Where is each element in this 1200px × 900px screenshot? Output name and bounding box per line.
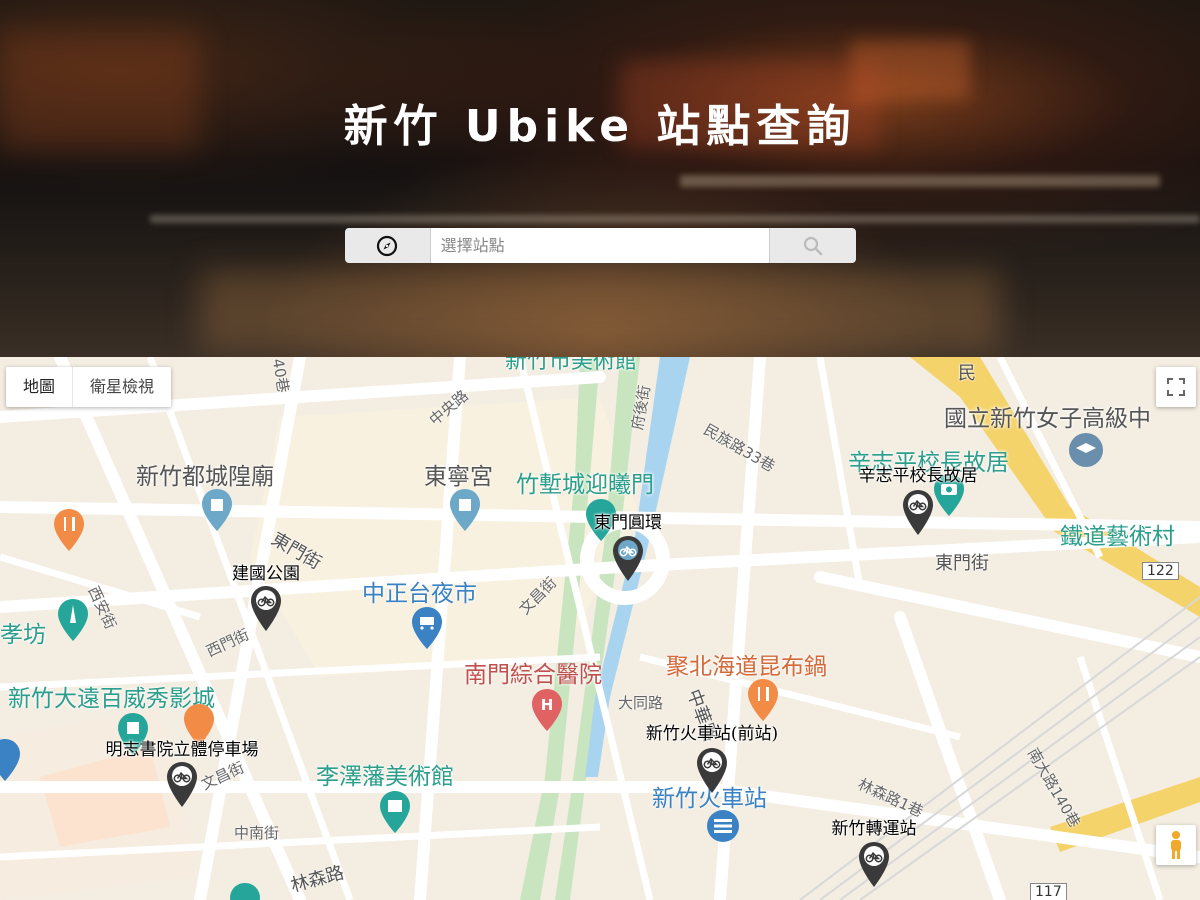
search-icon [804, 236, 823, 255]
street-label: 民 [958, 363, 976, 384]
restaurant-icon [54, 509, 84, 551]
landmark-icon [230, 883, 260, 900]
station-label: 東門圓環 [594, 513, 662, 533]
pegman-icon [1171, 831, 1181, 859]
search-button[interactable] [769, 228, 856, 263]
museum-icon [380, 791, 410, 833]
map-type-roadmap[interactable]: 地圖 [6, 367, 74, 407]
place-label: 聚北海道昆布鍋 [666, 654, 827, 680]
train-station-icon [707, 810, 739, 842]
hospital-icon: H [532, 689, 562, 731]
map-type-satellite[interactable]: 衛星檢視 [73, 367, 171, 407]
place-label: 南門綜合醫院 [464, 662, 602, 688]
fullscreen-icon [1167, 378, 1185, 396]
place-label: 新竹市美術館 [505, 357, 638, 374]
svg-text:H: H [541, 696, 554, 714]
bike-pin-icon [697, 748, 727, 793]
station-label: 明志書院立體停車場 [105, 740, 259, 760]
place-label: 中正台夜市 [362, 581, 477, 607]
bike-pin-icon [251, 586, 281, 631]
bike-pin-icon [903, 490, 933, 535]
search-bar [345, 228, 856, 263]
bike-pin-icon [167, 762, 197, 807]
shopping-cart-icon [412, 607, 442, 649]
map-type-control: 地圖 衛星檢視 [6, 367, 172, 407]
place-label: 李澤藩美術館 [316, 764, 454, 790]
route-shield: 117 [1030, 883, 1067, 900]
route-shield: 122 [1142, 562, 1179, 580]
place-label: 竹塹城迎曦門 [516, 472, 654, 498]
street-label: 中南街 [234, 824, 280, 842]
school-icon [1069, 433, 1103, 467]
place-label: 鐵道藝術村 [1060, 524, 1175, 550]
station-label: 建國公園 [232, 564, 300, 584]
place-label: 新竹都城隍廟 [136, 464, 274, 490]
locate-button[interactable] [345, 228, 431, 263]
city-glow [200, 270, 1000, 350]
place-label: 東寧宮 [424, 464, 493, 490]
monument-icon [58, 599, 88, 641]
bike-pin-icon [613, 536, 643, 581]
map-base [0, 357, 1200, 900]
page-title: 新竹 Ubike 站點查詢 [343, 101, 857, 152]
street-label: 大同路 [618, 694, 664, 712]
landmark-icon [202, 489, 232, 531]
place-label: 國立新竹女子高級中 [944, 406, 1151, 432]
fullscreen-button[interactable] [1156, 367, 1196, 407]
city-glow [680, 175, 1160, 187]
landmark-icon [450, 489, 480, 531]
city-glow [150, 215, 1200, 223]
compass-icon [377, 235, 398, 256]
station-label: 新竹轉運站 [831, 819, 917, 839]
map-view[interactable]: 40巷 中央路 府後街 民族路33巷 東門街 東門街 西安街 西門街 文昌街 文… [0, 357, 1200, 900]
restaurant-icon [748, 679, 778, 721]
street-label: 東門街 [935, 553, 989, 574]
shopping-icon [0, 739, 20, 781]
station-label: 辛志平校長故居 [858, 466, 978, 486]
bike-pin-icon [859, 842, 889, 887]
station-label: 新竹火車站(前站) [645, 724, 779, 744]
hero-banner: 新竹 Ubike 站點查詢 [0, 0, 1200, 357]
place-label: 孝坊 [0, 622, 46, 648]
street-view-button[interactable] [1156, 825, 1196, 865]
station-search-input[interactable] [430, 228, 770, 263]
